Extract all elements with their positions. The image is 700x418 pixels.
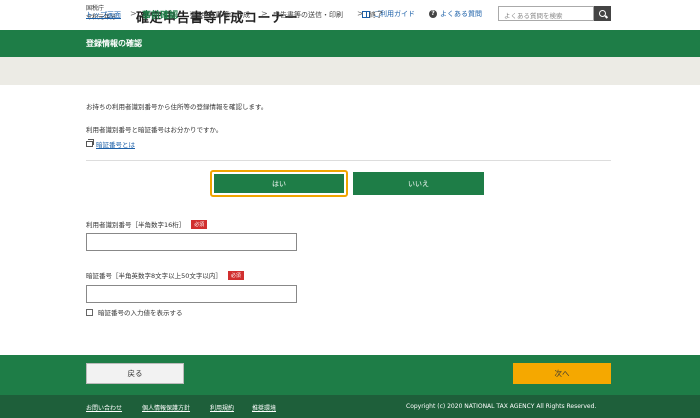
required-badge: 必須 xyxy=(191,219,208,229)
show-pin-label: 暗証番号の入力値を表示する xyxy=(98,309,183,317)
user-id-input[interactable] xyxy=(86,233,297,251)
breadcrumb-separator: > xyxy=(357,9,364,18)
breadcrumb-current: 事前確認 xyxy=(142,11,179,21)
external-window-icon xyxy=(86,139,94,147)
breadcrumb-step-create: 申告書等の作成 xyxy=(201,11,250,19)
search-icon xyxy=(598,9,606,17)
show-pin-checkbox[interactable] xyxy=(86,308,93,316)
footer-terms-link[interactable]: 利用規約 xyxy=(210,403,234,412)
breadcrumb-separator: > xyxy=(189,9,196,18)
required-badge: 必須 xyxy=(227,270,244,280)
footer-privacy-link[interactable]: 個人情報保護方針 xyxy=(142,403,190,412)
no-button[interactable]: いいえ xyxy=(353,172,484,195)
pin-help-link-label: 暗証番号とは xyxy=(96,141,135,149)
yes-button[interactable]: はい xyxy=(214,174,344,193)
breadcrumb xyxy=(0,57,700,85)
footer-env-link[interactable]: 推奨環境 xyxy=(252,403,276,412)
next-button[interactable]: 次へ xyxy=(513,363,611,384)
pin-input[interactable] xyxy=(86,285,297,303)
pin-label: 暗証番号［半角英数字8文字以上50文字以内］ 必須 xyxy=(86,270,244,280)
breadcrumb-home[interactable]: トップ画面 xyxy=(86,10,121,20)
footer-contact-link[interactable]: お問い合わせ xyxy=(86,403,122,412)
back-button[interactable]: 戻る xyxy=(86,363,184,384)
yes-button-focus-ring: はい xyxy=(210,170,348,197)
search-input[interactable]: よくある質問を検索 xyxy=(498,6,594,21)
intro-text: お持ちの利用者識別番号から住所等の登録情報を確認します。 xyxy=(86,103,268,111)
faq-link-label: よくある質問 xyxy=(440,10,482,18)
faq-link[interactable]: ? よくある質問 xyxy=(429,9,482,19)
breadcrumb-separator: > xyxy=(130,9,137,18)
search-button[interactable] xyxy=(594,6,611,21)
user-id-label-text: 利用者識別番号［半角数字16桁］ xyxy=(86,221,186,229)
page-title: 登録情報の確認 xyxy=(86,39,142,48)
page-header: 登録情報の確認 xyxy=(0,30,700,57)
divider xyxy=(86,160,611,161)
breadcrumb-step-end: 終了 xyxy=(369,11,383,19)
pin-help-link[interactable]: 暗証番号とは xyxy=(86,139,135,149)
question-text: 利用者識別番号と暗証番号はお分かりですか。 xyxy=(86,126,223,134)
show-pin-option[interactable]: 暗証番号の入力値を表示する xyxy=(86,307,183,317)
pin-label-text: 暗証番号［半角英数字8文字以上50文字以内］ xyxy=(86,272,222,280)
copyright-text: Copyright (c) 2020 NATIONAL TAX AGENCY A… xyxy=(406,403,597,410)
breadcrumb-separator: > xyxy=(261,9,268,18)
user-id-label: 利用者識別番号［半角数字16桁］ 必須 xyxy=(86,219,208,229)
question-circle-icon: ? xyxy=(429,10,437,18)
breadcrumb-step-send: 申告書等の送信・印刷 xyxy=(273,11,343,19)
